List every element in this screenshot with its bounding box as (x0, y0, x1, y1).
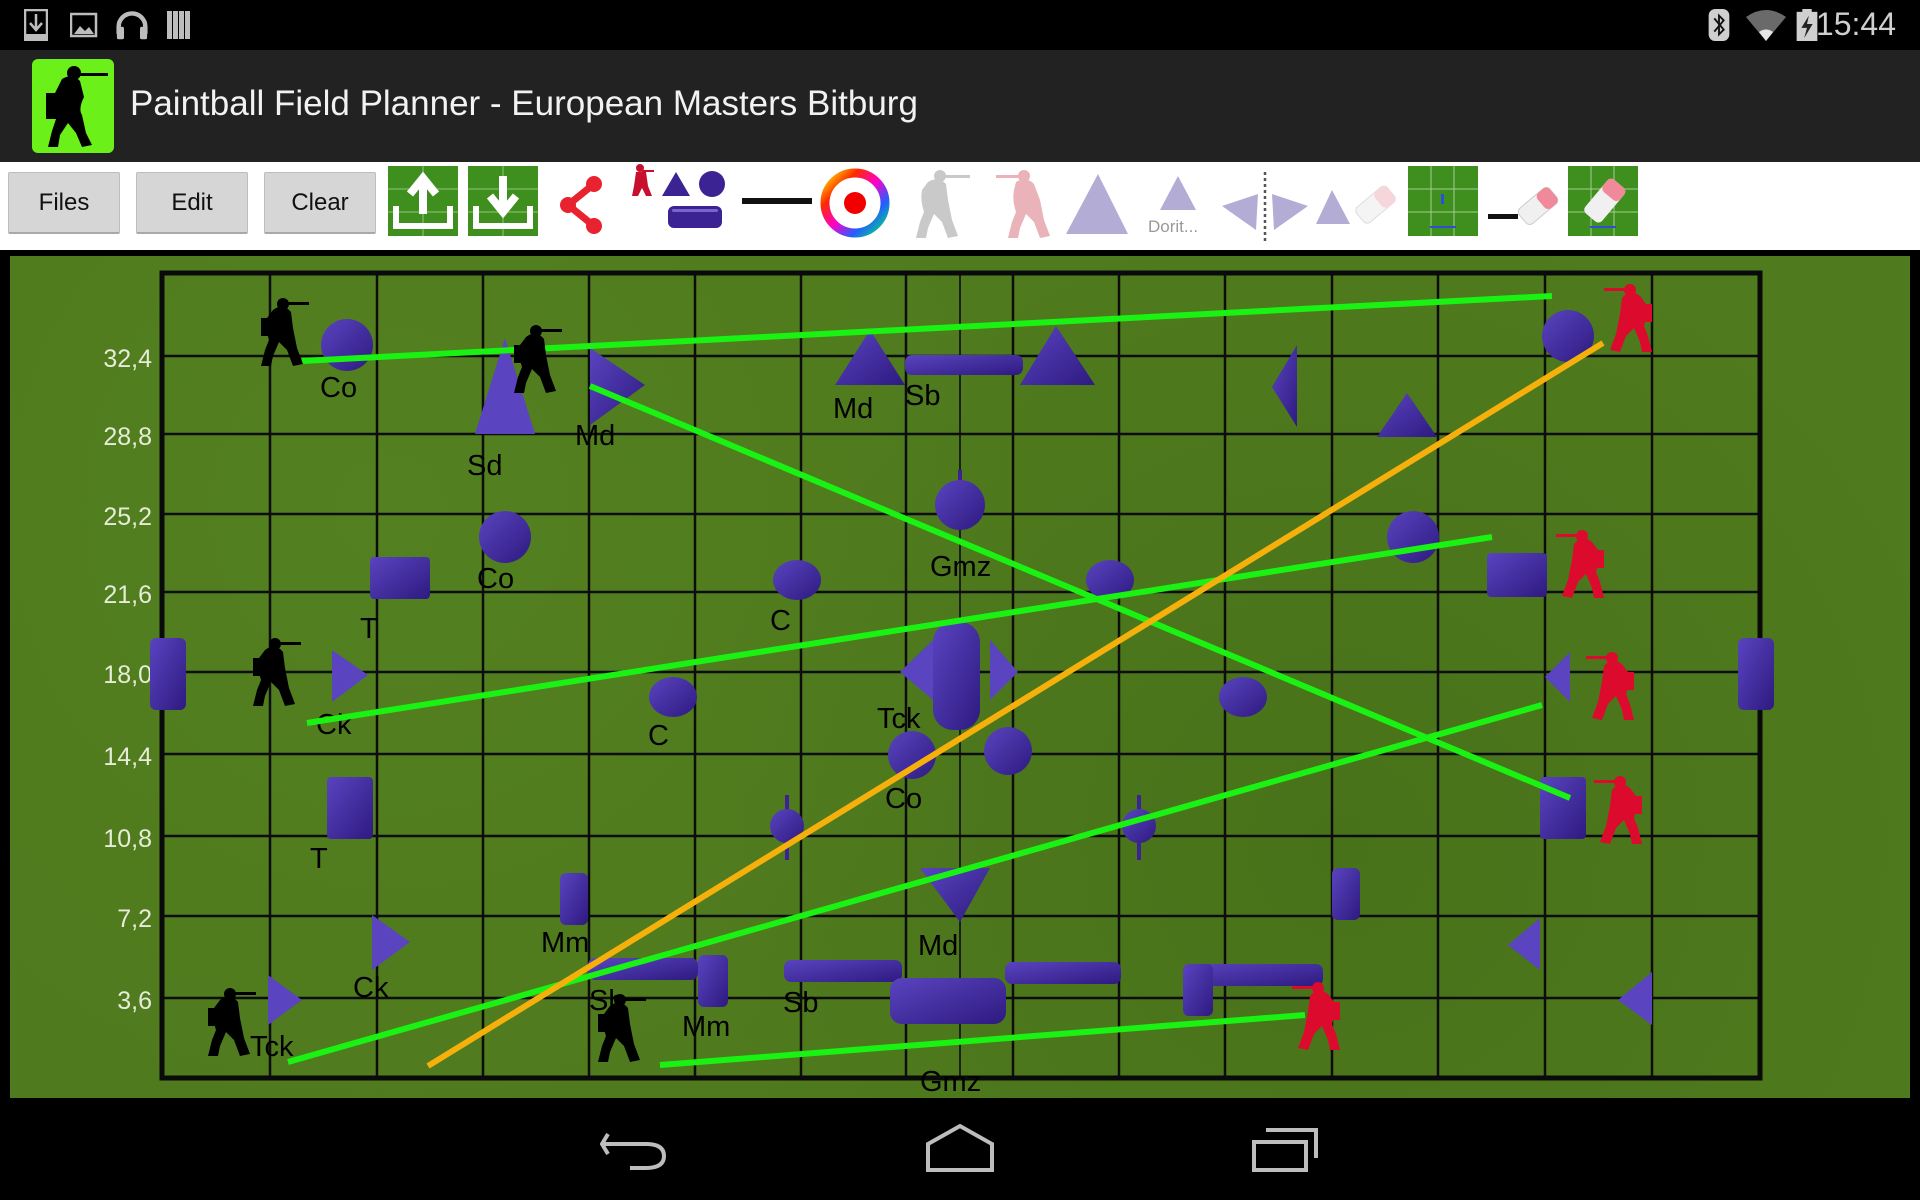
bunker-label: C (648, 720, 669, 752)
bunker-side-pillar[interactable] (1738, 638, 1774, 710)
bunker-mini-mayan[interactable] (560, 873, 588, 925)
y-label: 14,4 (103, 743, 152, 771)
y-label: 18,0 (103, 661, 152, 689)
bunker-label: Mm (682, 1011, 730, 1043)
y-label: 7,2 (117, 905, 152, 933)
player-red[interactable] (1586, 652, 1634, 720)
bunker-mini-mayan[interactable] (698, 955, 728, 1007)
bunker-can[interactable] (649, 677, 697, 717)
bunker-label: Co (320, 372, 357, 404)
bunker-small-dorito[interactable] (1377, 393, 1437, 437)
bunker-side-pillar[interactable] (150, 638, 186, 710)
y-label: 28,8 (103, 423, 152, 451)
bunker-label: Gmz (920, 1066, 981, 1098)
bunker-snake-beam[interactable] (784, 960, 902, 982)
bunker-temple[interactable] (933, 622, 980, 730)
bunker-label: Sb (905, 380, 940, 412)
player-red[interactable] (1594, 776, 1642, 844)
bunker-snake-beam[interactable] (1005, 962, 1121, 984)
y-label: 3,6 (117, 987, 152, 1015)
bunker-cake-triangle[interactable] (1508, 918, 1540, 970)
player-black[interactable] (514, 325, 562, 393)
bunker-label: Co (885, 783, 922, 815)
bunker-cake-triangle[interactable] (1545, 652, 1570, 702)
bunker-snake-beam[interactable] (905, 355, 1023, 375)
bunker-cake-triangle[interactable] (332, 650, 368, 702)
bunker-cake[interactable] (321, 319, 373, 371)
bunker-label: Sd (467, 450, 502, 482)
bunker-cake-triangle[interactable] (1618, 972, 1652, 1025)
back-icon[interactable] (600, 1122, 670, 1174)
navigation-bar (0, 1104, 1920, 1200)
recent-apps-icon[interactable] (1250, 1122, 1320, 1174)
bunker-label: Tck (250, 1031, 294, 1063)
bunker-medium-dorito[interactable] (1272, 345, 1297, 427)
bunker-label: Tck (877, 703, 921, 735)
y-axis-labels: 32,4 28,8 25,2 21,6 18,0 14,4 10,8 7,2 3… (103, 345, 152, 1015)
y-label: 25,2 (103, 503, 152, 531)
bunker-tree[interactable] (1487, 553, 1547, 597)
bunker-cake-triangle[interactable] (268, 975, 302, 1025)
y-label: 32,4 (103, 345, 152, 373)
bunker-label: T (310, 843, 328, 875)
bunker-giant-mushroom[interactable] (935, 480, 985, 530)
bunker-medium-dorito[interactable] (835, 330, 905, 385)
bunker-label: Md (918, 930, 958, 962)
bunker-label: Ck (353, 972, 389, 1004)
y-label: 21,6 (103, 581, 152, 609)
bunker-label: Co (477, 563, 514, 595)
bunker-mini-mayan[interactable] (1183, 964, 1213, 1016)
bunker-mini-mayan[interactable] (1332, 868, 1360, 920)
bunker-giant-mushroom-base[interactable] (890, 978, 1006, 1024)
player-red[interactable] (1556, 530, 1604, 598)
bunkers[interactable] (150, 310, 1774, 1025)
bunker-label: Md (575, 420, 615, 452)
bunker-cake[interactable] (984, 727, 1032, 775)
bunker-tree[interactable] (327, 777, 373, 839)
bunker-label: Mm (541, 927, 589, 959)
bunker-can[interactable] (773, 560, 821, 600)
bunker-label: Md (833, 393, 873, 425)
home-icon[interactable] (924, 1122, 996, 1174)
y-label: 10,8 (103, 825, 152, 853)
bunker-label: Sb (783, 987, 818, 1019)
bunker-cake[interactable] (479, 511, 531, 563)
bunker-labels: Co Md Sd Md Sb Co Gmz T C Ck C Tck Co T … (250, 372, 991, 1098)
field-overlay[interactable]: 32,4 28,8 25,2 21,6 18,0 14,4 10,8 7,2 3… (0, 0, 1920, 1200)
bunker-label: Gmz (930, 551, 991, 583)
player-red[interactable] (1604, 284, 1652, 352)
bunker-cake-triangle[interactable] (372, 915, 410, 970)
bunker-label: T (360, 613, 378, 645)
bunker-can[interactable] (1219, 677, 1267, 717)
bunker-tree[interactable] (370, 557, 430, 599)
lane-line[interactable] (301, 293, 1553, 364)
bunker-label: C (770, 605, 791, 637)
